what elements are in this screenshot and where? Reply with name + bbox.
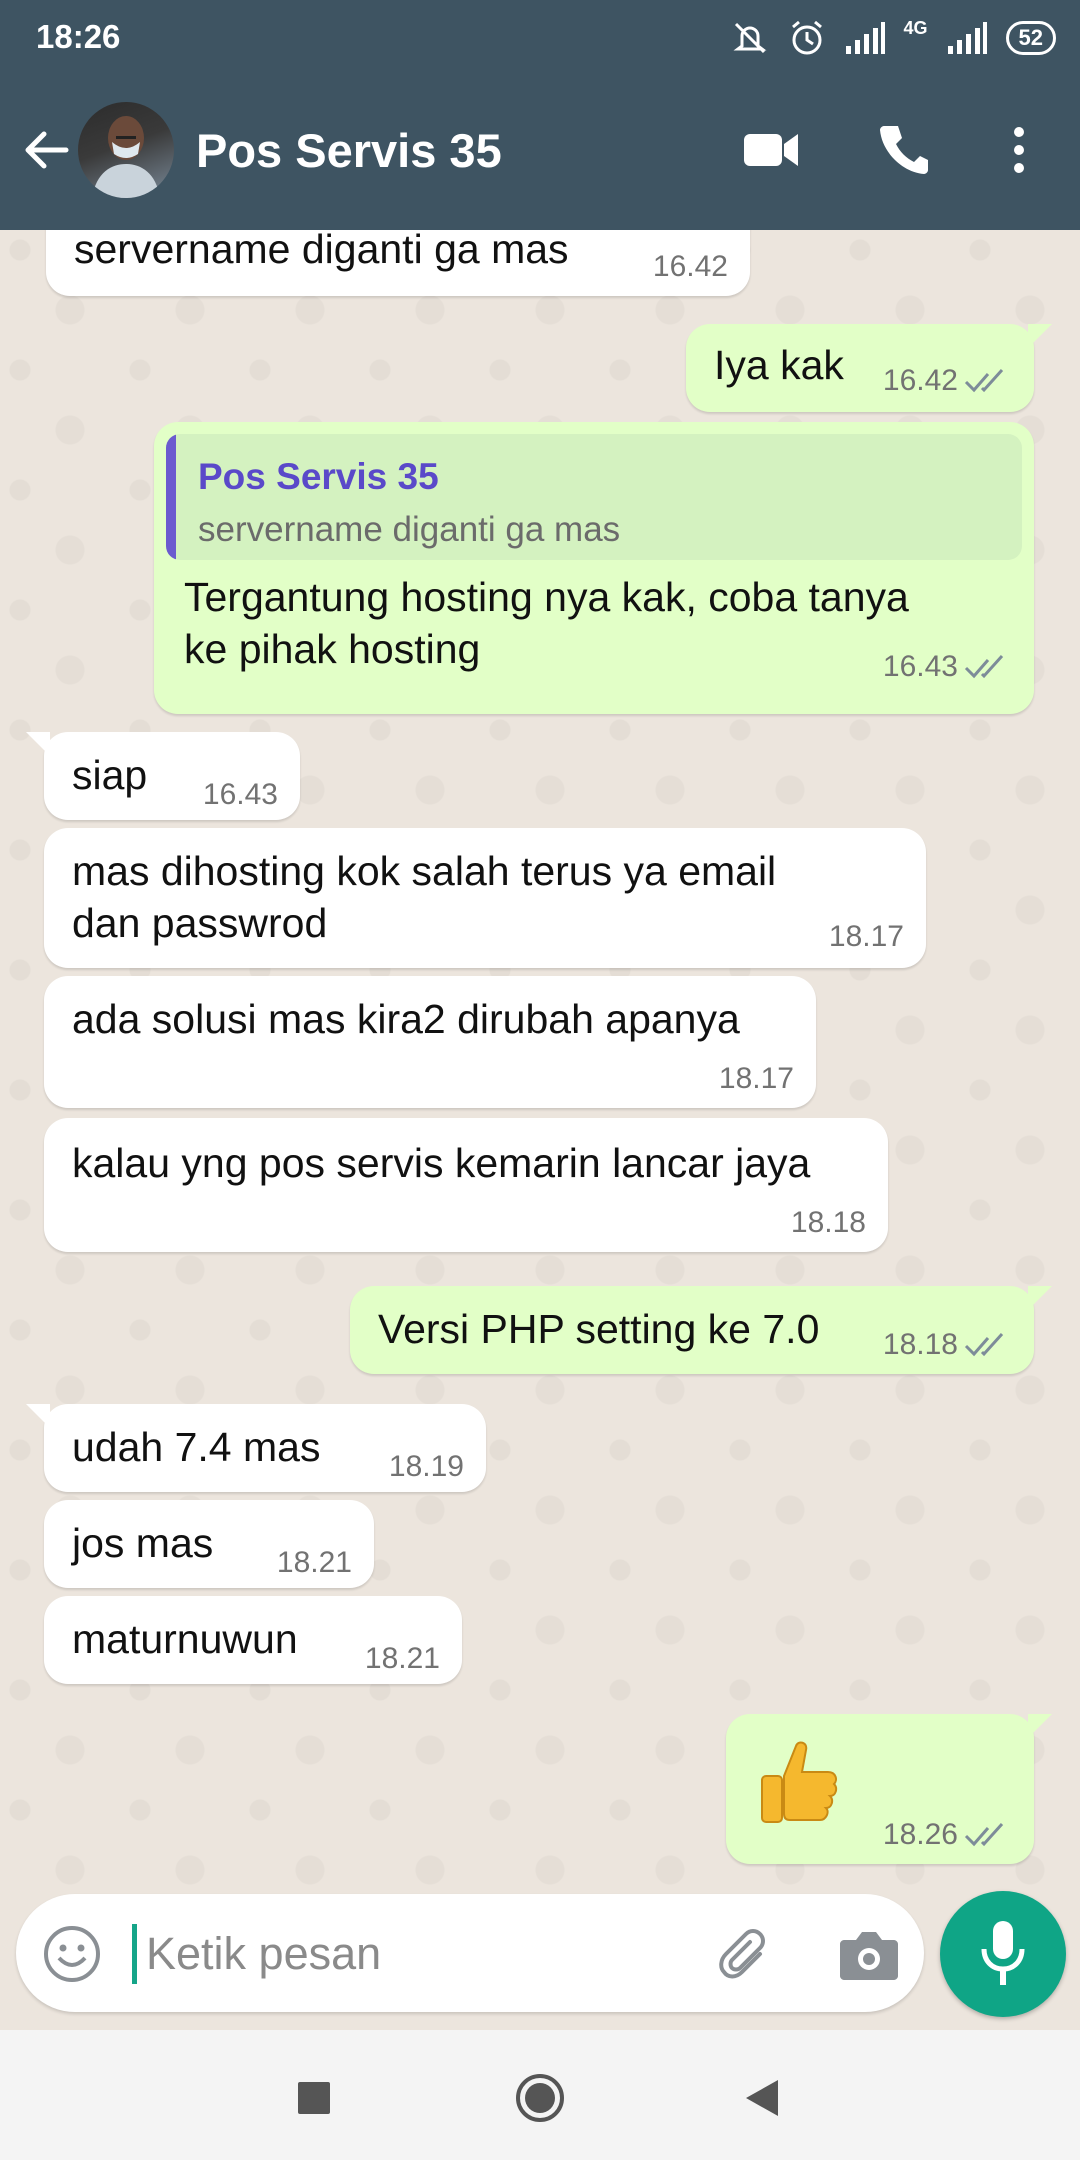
- bubble-tail: [1028, 1286, 1052, 1310]
- message-meta: 18.26: [883, 1818, 1012, 1852]
- network-type-label: 4G: [903, 18, 928, 38]
- message-time: 18.21: [364, 1642, 440, 1675]
- back-nav-icon[interactable]: [744, 2078, 780, 2118]
- message-bubble-incoming[interactable]: servername diganti ga mas 16.42: [46, 230, 750, 296]
- message-text: ada solusi mas kira2 dirubah apanya: [72, 996, 740, 1042]
- bubble-tail: [26, 1404, 50, 1428]
- text-cursor: [132, 1924, 137, 1984]
- message-text: Versi PHP setting ke 7.0: [378, 1306, 820, 1352]
- quoted-text: servername diganti ga mas: [198, 510, 621, 549]
- message-bubble-outgoing-emoji[interactable]: 👍 18.26: [726, 1714, 1052, 1864]
- home-icon[interactable]: [514, 2072, 566, 2124]
- double-check-icon: [964, 1332, 1004, 1357]
- microphone-icon: [981, 1921, 1025, 1985]
- message-text: udah 7.4 mas: [72, 1424, 321, 1470]
- message-text-line-2: dan passwrod: [72, 900, 328, 946]
- voice-call-icon[interactable]: [876, 122, 932, 178]
- status-time: 18:26: [36, 18, 121, 55]
- signal-icon: [845, 22, 885, 54]
- message-time: 18.26: [882, 1818, 958, 1851]
- quoted-author: Pos Servis 35: [198, 456, 439, 497]
- quote-stripe: [166, 434, 176, 560]
- message-text: servername diganti ga mas: [74, 230, 569, 272]
- camera-icon[interactable]: [838, 1926, 900, 1982]
- message-time: 16.43: [882, 650, 958, 683]
- double-check-icon: [964, 1822, 1004, 1847]
- avatar-image: [92, 116, 160, 198]
- voice-record-button[interactable]: [940, 1891, 1066, 2017]
- emoji-icon[interactable]: [42, 1924, 102, 1984]
- message-time: 16.42: [652, 250, 728, 283]
- attach-paperclip-icon[interactable]: [712, 1924, 772, 1984]
- contact-name[interactable]: Pos Servis 35: [196, 123, 502, 178]
- message-meta: 18.18: [883, 1328, 1012, 1362]
- double-check-icon: [964, 654, 1004, 679]
- chat-messages: servername diganti ga mas 16.42 Iya kak …: [0, 230, 1080, 1895]
- message-meta: 16.43: [203, 778, 278, 812]
- quoted-message[interactable]: Pos Servis 35 servername diganti ga mas: [166, 434, 1022, 560]
- message-bubble-incoming[interactable]: ada solusi mas kira2 dirubah apanya 18.1…: [44, 976, 816, 1108]
- thumbs-up-emoji-icon: [761, 1741, 838, 1823]
- message-time: 16.42: [882, 364, 958, 397]
- message-time: 18.18: [882, 1328, 958, 1361]
- message-bubble-outgoing[interactable]: Versi PHP setting ke 7.0 18.18: [350, 1286, 1052, 1374]
- back-arrow-icon[interactable]: [18, 122, 74, 178]
- bubble-tail: [1028, 324, 1052, 348]
- message-meta: 18.21: [277, 1546, 352, 1580]
- message-bubble-incoming[interactable]: udah 7.4 mas 18.19: [26, 1404, 486, 1492]
- message-composer: [16, 1894, 924, 2012]
- message-bubble-incoming[interactable]: kalau yng pos servis kemarin lancar jaya…: [44, 1118, 888, 1252]
- message-meta: 18.17: [829, 920, 904, 954]
- message-bubble-outgoing[interactable]: Iya kak 16.42: [686, 324, 1052, 412]
- message-meta: 16.42: [883, 364, 1012, 398]
- message-time: 16.43: [202, 778, 278, 811]
- message-time: 18.17: [828, 920, 904, 953]
- bubble-tail: [26, 732, 50, 756]
- message-bubble-outgoing-reply[interactable]: Pos Servis 35 servername diganti ga mas …: [154, 422, 1034, 714]
- message-meta: 18.17: [719, 1062, 794, 1096]
- message-time: 18.17: [718, 1062, 794, 1095]
- mute-icon: [733, 22, 766, 54]
- message-meta: 18.18: [791, 1206, 866, 1240]
- message-text-line-1: mas dihosting kok salah terus ya email: [72, 848, 777, 894]
- battery-indicator: 52: [1005, 21, 1056, 55]
- message-time: 18.19: [388, 1450, 464, 1483]
- more-options-icon[interactable]: [1004, 122, 1034, 178]
- alarm-icon: [791, 20, 822, 55]
- message-text: maturnuwun: [72, 1616, 298, 1662]
- system-navigation-bar: [0, 2030, 1080, 2160]
- message-text: kalau yng pos servis kemarin lancar jaya: [72, 1140, 811, 1186]
- message-meta: 18.19: [389, 1450, 464, 1484]
- message-text-line-2: ke pihak hosting: [184, 626, 481, 672]
- message-bubble-incoming[interactable]: jos mas 18.21: [44, 1500, 374, 1588]
- chat-header: Pos Servis 35: [0, 76, 1080, 230]
- status-bar: 18:26 4G 52: [0, 0, 1080, 76]
- contact-avatar[interactable]: [78, 102, 174, 198]
- message-text: jos mas: [72, 1520, 214, 1566]
- message-bubble-incoming[interactable]: mas dihosting kok salah terus ya email d…: [44, 828, 926, 968]
- video-call-icon[interactable]: [740, 122, 802, 178]
- message-meta: 16.43: [883, 650, 1012, 684]
- message-time: 18.18: [790, 1206, 866, 1239]
- message-time: 18.21: [276, 1546, 352, 1579]
- message-input[interactable]: [144, 1916, 708, 1992]
- status-icons: 4G 52: [730, 16, 1056, 60]
- message-text: Iya kak: [714, 342, 844, 388]
- message-text-line-1: Tergantung hosting nya kak, coba tanya: [184, 574, 909, 620]
- message-meta: 16.42: [653, 250, 728, 284]
- message-bubble-incoming[interactable]: siap 16.43: [26, 732, 300, 820]
- message-text: siap: [72, 752, 148, 798]
- message-bubble-incoming[interactable]: maturnuwun 18.21: [44, 1596, 462, 1684]
- bubble-tail: [1028, 1714, 1052, 1738]
- double-check-icon: [964, 368, 1004, 393]
- signal-icon-2: [947, 22, 987, 54]
- recent-apps-icon[interactable]: [296, 2080, 332, 2116]
- message-meta: 18.21: [365, 1642, 440, 1676]
